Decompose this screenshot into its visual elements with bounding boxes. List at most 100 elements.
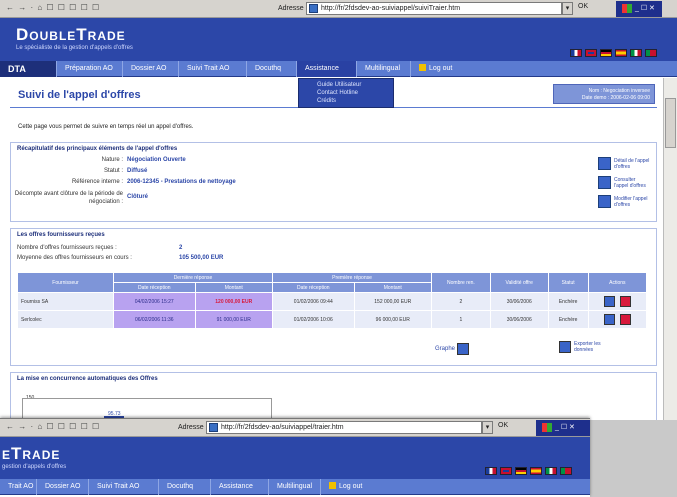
flag-it-icon[interactable] <box>630 49 642 57</box>
cell-date-1: 04/02/2006 15:27 <box>113 292 196 311</box>
nav-item-logout[interactable]: Log out <box>410 61 460 77</box>
cell-actions <box>587 292 648 311</box>
table-row: Fourniss SA 04/02/2006 15:27 120 000,00 … <box>17 292 648 311</box>
col-montant-2[interactable]: Montant <box>353 282 433 293</box>
export-icon <box>559 341 571 353</box>
site-logo-back[interactable]: eTrade <box>2 444 60 464</box>
flag-pt-icon[interactable] <box>645 49 657 57</box>
browser-nav-buttons[interactable]: ← → · ⌂ ☐ ☐ ☐ ☐ ☐ <box>6 3 100 12</box>
user-info-line-2: Date demo : 2006-02-06 09:00 <box>581 95 650 101</box>
address-dropdown-icon[interactable]: ▾ <box>562 2 573 15</box>
nav-item-preparation[interactable]: Préparation AO <box>56 61 121 77</box>
nav-item-docuthq[interactable]: Docuthq <box>158 479 201 495</box>
flag-fr-icon[interactable] <box>570 49 582 57</box>
offers-panel: Les offres fournisseurs reçues Nombre d'… <box>10 228 657 366</box>
view-offer-icon[interactable] <box>603 314 615 325</box>
consult-icon <box>598 176 611 189</box>
reference-label: Référence interne : <box>71 179 123 185</box>
view-offer-icon[interactable] <box>603 296 615 307</box>
col-montant-1[interactable]: Montant <box>194 282 274 293</box>
delete-offer-icon[interactable] <box>620 314 632 325</box>
nav-item-dossier[interactable]: Dossier AO <box>122 61 174 77</box>
nav-item-dossier[interactable]: Dossier AO <box>36 479 88 495</box>
flag-fr-icon[interactable] <box>485 467 497 475</box>
col-actions: Actions <box>587 272 648 293</box>
flag-es-icon[interactable] <box>530 467 542 475</box>
graph-link[interactable]: Graphe <box>435 343 470 355</box>
browser-toolbar-back: ← → · ⌂ ☐ ☐ ☐ ☐ ☐ Adresse http://fr/2fds… <box>0 419 590 437</box>
nav-item-suivi[interactable]: Suivi Trait AO <box>178 61 237 77</box>
browser-window-back[interactable]: ← → · ⌂ ☐ ☐ ☐ ☐ ☐ Adresse http://fr/2fds… <box>0 418 590 497</box>
language-flags-back <box>485 467 572 475</box>
flag-uk-icon[interactable] <box>500 467 512 475</box>
browser-toolbar: ← → · ⌂ ☐ ☐ ☐ ☐ ☐ Adresse http://fr/2fds… <box>0 0 677 18</box>
cell-nombre: 2 <box>431 292 491 311</box>
col-nombre[interactable]: Nombre ren. <box>431 272 491 293</box>
flag-pt-icon[interactable] <box>560 467 572 475</box>
cell-fournisseur[interactable]: Fourniss SA <box>17 292 114 311</box>
cell-fournisseur[interactable]: Serlcolec <box>17 310 114 329</box>
user-info-box: Nom : Negociation inversee Date demo : 2… <box>553 84 655 104</box>
recap-panel: Récapitulatif des principaux éléments de… <box>10 142 657 222</box>
col-date-1[interactable]: Date réception <box>113 282 196 293</box>
offers-heading: Les offres fournisseurs reçues <box>17 232 105 238</box>
action-modifier[interactable]: Modifier l'appel d'offres <box>598 195 650 208</box>
scrollbar-thumb[interactable] <box>665 98 676 148</box>
page-icon <box>309 4 318 13</box>
menu-item-credits[interactable]: Crédits <box>299 97 393 105</box>
nav-item-assistance[interactable]: Assistance <box>296 61 356 77</box>
nav-item-docuthq[interactable]: Docuthq <box>246 61 289 77</box>
action-detail[interactable]: Détail de l'appel d'offres <box>598 157 650 170</box>
flag-uk-icon[interactable] <box>585 49 597 57</box>
action-consulter-label: Consulter l'appel d'offres <box>614 176 646 189</box>
flag-de-icon[interactable] <box>515 467 527 475</box>
recap-heading: Récapitulatif des principaux éléments de… <box>17 146 178 152</box>
user-info-line-1: Nom : Negociation inversee <box>588 88 650 94</box>
nav-item-suivi[interactable]: Suivi Trait AO <box>88 479 147 495</box>
logout-icon <box>329 482 336 489</box>
address-dropdown-icon[interactable]: ▾ <box>482 421 493 434</box>
col-statut[interactable]: Statut <box>547 272 589 293</box>
address-url-back: http://fr/2fdsdev-ao/suiviappel/traier.h… <box>221 424 344 431</box>
address-bar[interactable]: http://fr/2fdsdev-ao-suiviappel/suiviTra… <box>306 2 562 15</box>
nav-logout-label: Log out <box>339 483 363 490</box>
export-link[interactable]: Exporter les données <box>559 341 619 353</box>
recap-fields: Nature : Négociation Ouverte Statut : Di… <box>11 157 411 217</box>
flag-de-icon[interactable] <box>600 49 612 57</box>
address-label: Adresse <box>278 5 304 12</box>
nav-item-multilingual[interactable]: Multilingual <box>268 479 320 495</box>
go-button-back[interactable]: OK <box>498 422 508 429</box>
page-scrollbar[interactable] <box>663 78 677 420</box>
delete-offer-icon[interactable] <box>620 296 632 307</box>
site-logo[interactable]: DoubleTrade <box>16 25 126 45</box>
col-validite[interactable]: Validité offre <box>489 272 549 293</box>
col-date-2[interactable]: Date réception <box>272 282 355 293</box>
offers-count-label: Nombre d'offres fournisseurs reçues : <box>17 245 117 251</box>
main-nav-back: Trait AO Dossier AO Suivi Trait AO Docut… <box>0 479 590 495</box>
table-group-header: Fournisseur Dernière réponse Première ré… <box>17 272 648 293</box>
address-bar-back[interactable]: http://fr/2fdsdev-ao/suiviappel/traier.h… <box>206 421 482 434</box>
go-button[interactable]: OK <box>578 3 588 10</box>
nav-item-multilingual[interactable]: Multilingual <box>356 61 408 77</box>
browser-nav-buttons-back[interactable]: ← → · ⌂ ☐ ☐ ☐ ☐ ☐ <box>6 422 100 431</box>
site-tagline: Le spécialiste de la gestion d'appels d'… <box>16 45 133 51</box>
flag-es-icon[interactable] <box>615 49 627 57</box>
offers-stats: Nombre d'offres fournisseurs reçues : 2 … <box>17 245 317 269</box>
page-title: Suivi de l'appel d'offres <box>18 89 141 101</box>
action-consulter[interactable]: Consulter l'appel d'offres <box>598 176 650 189</box>
group-derniere: Dernière réponse <box>112 272 274 283</box>
group-premiere: Première réponse <box>272 272 433 283</box>
offers-avg-value: 105 500,00 EUR <box>179 255 224 261</box>
flag-it-icon[interactable] <box>545 467 557 475</box>
menu-item-guide[interactable]: Guide Utilisateur <box>299 81 393 89</box>
cell-validite: 30/06/2006 <box>489 292 549 311</box>
cell-montant-2: 152 000,00 EUR <box>353 292 433 311</box>
menu-item-hotline[interactable]: Contact Hotline <box>299 89 393 97</box>
nav-item-logout[interactable]: Log out <box>320 479 370 495</box>
nav-item-assistance[interactable]: Assistance <box>210 479 261 495</box>
nav-logo[interactable]: DTA <box>0 61 56 77</box>
offers-avg-label: Moyenne des offres fournisseurs en cours… <box>17 255 132 261</box>
col-fournisseur[interactable]: Fournisseur <box>17 272 114 293</box>
edit-icon <box>598 195 611 208</box>
cell-montant-2: 96 000,00 EUR <box>353 310 433 329</box>
